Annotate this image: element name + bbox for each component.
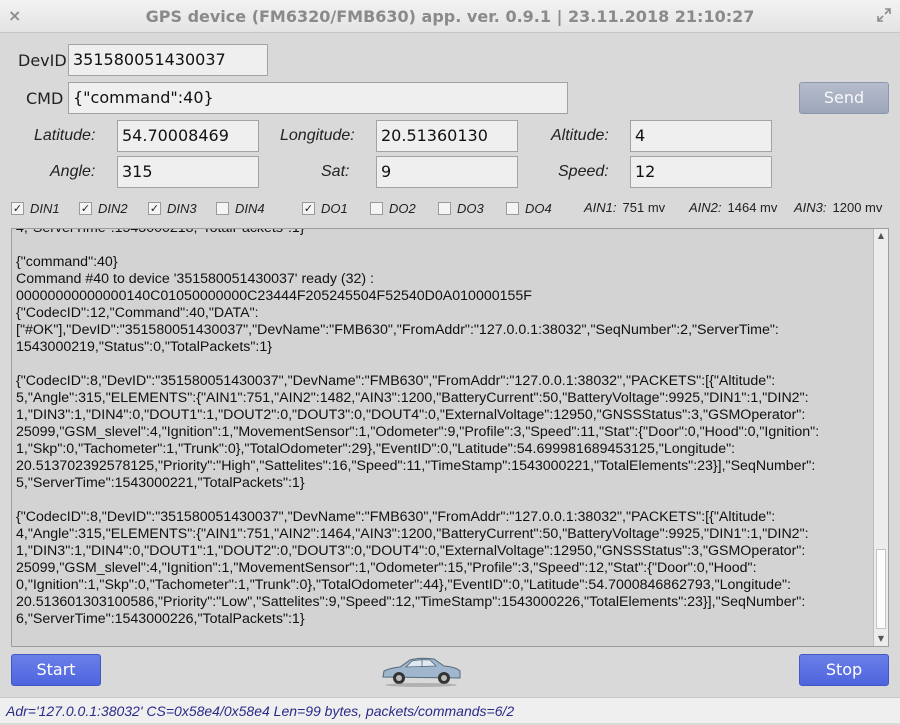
din2-check-icon: ✓ [79,201,92,215]
longitude-label: Longitude: [280,127,355,144]
do3-check-icon [438,201,451,215]
din2-checkbox[interactable]: ✓ DIN2 [79,200,128,216]
din3-label: DIN3 [167,200,197,216]
do1-checkbox[interactable]: ✓ DO1 [302,200,348,216]
altitude-input[interactable]: 4 [630,120,772,152]
angle-label: Angle: [50,163,96,180]
ain2-label: AIN2: [689,200,722,215]
do4-check-icon [506,201,519,215]
din2-label: DIN2 [98,200,128,216]
log-entry: {"CodecID":8,"DevID":"351580051430037","… [16,509,809,627]
din1-label: DIN1 [30,200,60,216]
longitude-input[interactable]: 20.51360130 [376,120,518,152]
start-button[interactable]: Start [11,654,101,686]
status-bar: Adr='127.0.0.1:38032' CS=0x58e4/0x58e4 L… [0,697,900,723]
do3-checkbox[interactable]: DO3 [438,200,484,216]
log-scrollbar[interactable]: ▲ ▼ [873,229,888,646]
ain2-value: 1464 mv [727,200,778,215]
do1-label: DO1 [321,200,348,216]
window-title: GPS device (FM6320/FMB630) app. ver. 0.9… [145,7,755,26]
log-entry: {"CodecID":8,"DevID":"351580051430037","… [16,373,820,491]
devid-input[interactable]: 351580051430037 [68,44,268,76]
send-button[interactable]: Send [799,82,889,114]
do4-checkbox[interactable]: DO4 [506,200,552,216]
din4-label: DIN4 [235,200,265,216]
maximize-icon[interactable] [876,7,892,23]
speed-input[interactable]: 12 [630,156,772,188]
stop-button[interactable]: Stop [799,654,889,686]
ain3-readout: AIN3: 1200 mv [794,200,882,215]
title-bar: × GPS device (FM6320/FMB630) app. ver. 0… [0,0,900,33]
do2-check-icon [370,201,383,215]
ain1-label: AIN1: [584,200,617,215]
log-content: 4,"ServerTime":1543000218,"TotalPackets"… [16,228,868,645]
sat-label: Sat: [321,163,350,180]
do3-label: DO3 [457,200,484,216]
ain1-readout: AIN1: 751 mv [584,200,665,215]
speed-label: Speed: [558,163,609,180]
scroll-down-icon[interactable]: ▼ [874,632,888,646]
do2-label: DO2 [389,200,416,216]
cmd-label: CMD [26,89,64,108]
do2-checkbox[interactable]: DO2 [370,200,416,216]
ain1-value: 751 mv [622,200,666,215]
scroll-up-icon[interactable]: ▲ [874,229,888,243]
devid-label: DevID [18,51,67,70]
ain3-value: 1200 mv [832,200,883,215]
ain2-readout: AIN2: 1464 mv [689,200,777,215]
din1-checkbox[interactable]: ✓ DIN1 [11,200,60,216]
altitude-label: Altitude: [551,127,609,144]
cmd-input[interactable]: {"command":40} [68,82,568,114]
sat-input[interactable]: 9 [376,156,518,188]
log-entry: {"command":40} Command #40 to device '35… [16,254,779,355]
din4-checkbox[interactable]: DIN4 [216,200,265,216]
angle-input[interactable]: 315 [117,156,259,188]
din3-check-icon: ✓ [148,201,161,215]
scrollbar-thumb[interactable] [876,549,886,629]
ain3-label: AIN3: [794,200,827,215]
latitude-input[interactable]: 54.70008469 [117,120,259,152]
log-textarea[interactable]: 4,"ServerTime":1543000218,"TotalPackets"… [11,228,889,647]
do1-check-icon: ✓ [302,201,315,215]
car-icon [382,657,461,687]
din3-checkbox[interactable]: ✓ DIN3 [148,200,197,216]
latitude-label: Latitude: [34,127,96,144]
din4-check-icon [216,201,229,215]
do4-label: DO4 [525,200,552,216]
log-line-partial: 4,"ServerTime":1543000218,"TotalPackets"… [16,228,305,236]
din1-check-icon: ✓ [11,201,24,215]
